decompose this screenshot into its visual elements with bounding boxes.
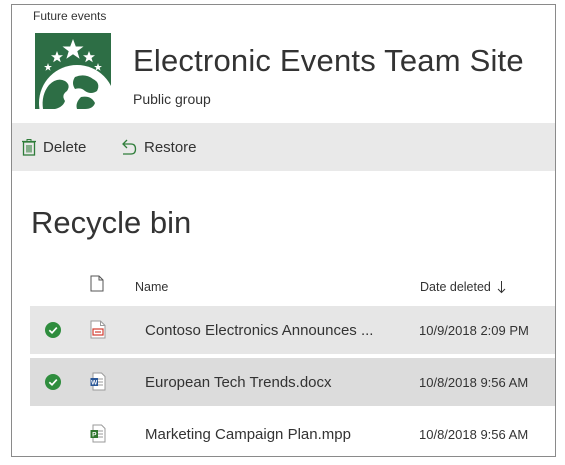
date-deleted: 10/9/2018 2:09 PM (419, 323, 529, 338)
breadcrumb[interactable]: Future events (33, 9, 106, 23)
file-name[interactable]: Marketing Campaign Plan.mpp (145, 426, 351, 443)
undo-arrow-icon (122, 139, 137, 155)
table-header: Name Date deleted (12, 270, 555, 304)
command-bar: Delete Restore (12, 123, 555, 171)
recycle-bin-window: Future events Electronic Events Team Sit… (11, 4, 556, 457)
table-row[interactable]: P Marketing Campaign Plan.mpp 10/8/2018 … (30, 410, 555, 456)
globe-stars-icon (35, 33, 111, 109)
delete-button[interactable]: Delete (22, 123, 86, 171)
page-title: Recycle bin (31, 205, 192, 240)
trash-icon (22, 138, 36, 156)
checkmark-circle-icon[interactable] (45, 374, 61, 390)
project-file-icon: P (90, 424, 106, 443)
site-title[interactable]: Electronic Events Team Site (133, 43, 524, 79)
restore-button[interactable]: Restore (119, 123, 197, 171)
column-header-date-deleted[interactable]: Date deleted (420, 280, 506, 294)
column-header-name[interactable]: Name (135, 280, 168, 294)
word-file-icon: W (90, 372, 106, 391)
svg-text:P: P (92, 432, 97, 439)
svg-text:W: W (91, 380, 98, 387)
restore-label: Restore (144, 138, 197, 156)
date-deleted: 10/8/2018 9:56 AM (419, 427, 529, 442)
column-header-date-label: Date deleted (420, 280, 491, 294)
table-row[interactable]: Contoso Electronics Announces ... 10/9/2… (30, 306, 555, 354)
site-logo[interactable] (35, 33, 111, 109)
checkmark-circle-icon[interactable] (45, 322, 61, 338)
file-name[interactable]: European Tech Trends.docx (145, 374, 332, 391)
pdf-file-icon (90, 320, 106, 339)
site-subtitle: Public group (133, 91, 211, 107)
sort-descending-icon (497, 281, 506, 294)
document-icon (90, 275, 104, 292)
file-name[interactable]: Contoso Electronics Announces ... (145, 322, 373, 339)
table-row[interactable]: W European Tech Trends.docx 10/8/2018 9:… (30, 358, 555, 406)
date-deleted: 10/8/2018 9:56 AM (419, 375, 529, 390)
delete-label: Delete (43, 138, 87, 156)
